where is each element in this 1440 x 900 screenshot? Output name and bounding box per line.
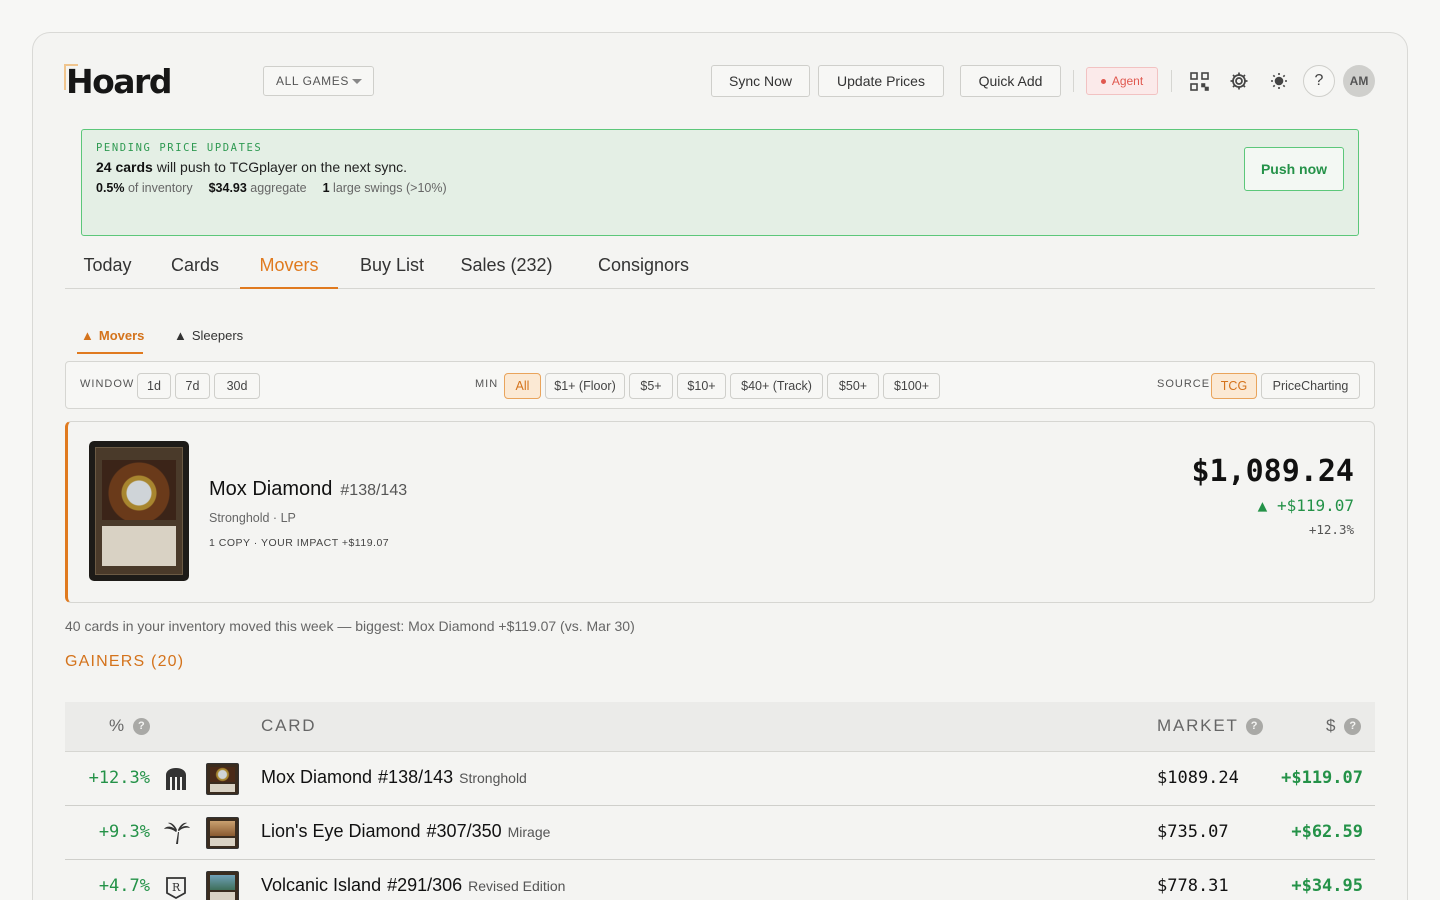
row-pct: +4.7% [98, 876, 150, 896]
row-market: $735.07 [1157, 822, 1229, 842]
subtab-underline [77, 352, 143, 354]
status-dot-icon [1100, 78, 1106, 84]
tab-today[interactable]: Today [65, 246, 150, 289]
row-gain: +$119.07 [1281, 768, 1363, 788]
quick-add-button[interactable]: Quick Add [960, 65, 1061, 97]
dollar-column-header[interactable]: $? [1326, 716, 1362, 736]
subtab-movers[interactable]: ▲ Movers [81, 320, 144, 350]
push-now-button[interactable]: Push now [1244, 147, 1344, 191]
help-icon[interactable]: ? [1245, 717, 1263, 735]
source-label: SOURCE [1157, 378, 1211, 390]
row-pct: +12.3% [88, 768, 150, 788]
row-card: Mox Diamond #138/143 Stronghold [261, 767, 527, 787]
table-row[interactable]: +9.3% Lion's Eye Diamond #307/350 Mirage $… [65, 806, 1375, 860]
banner-message: 24 cards will push to TCGplayer on the n… [96, 159, 408, 175]
row-card: Volcanic Island #291/306 Revised Edition [261, 875, 566, 895]
stronghold-set-icon [163, 766, 189, 792]
min-track-chip[interactable]: $40+ (Track) [730, 373, 823, 399]
tab-buy-list[interactable]: Buy List [348, 246, 436, 289]
gear-icon[interactable] [1224, 66, 1254, 96]
tab-movers[interactable]: Movers [240, 246, 338, 289]
window-label: WINDOW [80, 378, 135, 390]
min-label: MIN [475, 378, 499, 390]
revised-set-icon: R [163, 874, 189, 900]
help-icon[interactable]: ? [1344, 717, 1362, 735]
main-tabs: Today Cards Movers Buy List Sales (232) … [65, 246, 1375, 289]
agent-button[interactable]: Agent [1086, 67, 1158, 95]
help-icon[interactable]: ? [132, 717, 150, 735]
divider [1171, 70, 1172, 92]
row-card: Lion's Eye Diamond #307/350 Mirage [261, 821, 551, 841]
window-7d-chip[interactable]: 7d [175, 373, 210, 399]
hero-card-name: Mox Diamond #138/143 [209, 478, 408, 500]
subtab-sleepers[interactable]: ▲ Sleepers [174, 320, 243, 350]
row-pct: +9.3% [98, 822, 150, 842]
pending-price-updates-banner: PENDING PRICE UPDATES 24 cards will push… [81, 129, 1359, 236]
card-thumbnail [206, 871, 239, 900]
gainers-heading: GAINERS (20) [65, 653, 185, 670]
source-pricecharting-chip[interactable]: PriceCharting [1261, 373, 1360, 399]
card-image [89, 441, 189, 581]
window-30d-chip[interactable]: 30d [214, 373, 260, 399]
card-thumbnail [206, 763, 239, 795]
market-column-header[interactable]: MARKET? [1157, 716, 1263, 736]
tab-sales[interactable]: Sales (232) [453, 246, 560, 289]
tab-cards[interactable]: Cards [158, 246, 232, 289]
hero-pct: +12.3% [1308, 522, 1354, 537]
movers-summary: 40 cards in your inventory moved this we… [65, 618, 635, 634]
row-gain: +$62.59 [1291, 822, 1363, 842]
min-all-chip[interactable]: All [504, 373, 541, 399]
filter-bar: WINDOW 1d 7d 30d MIN All $1+ (Floor) $5+… [65, 361, 1375, 409]
table-row[interactable]: +4.7% R Volcanic Island #291/306 Revised E… [65, 860, 1375, 900]
triangle-up-icon: ▲ [174, 327, 187, 343]
mirage-set-icon [163, 820, 190, 846]
min-floor-chip[interactable]: $1+ (Floor) [545, 373, 625, 399]
update-prices-button[interactable]: Update Prices [818, 65, 944, 97]
hero-delta: ▲ +$119.07 [1257, 496, 1354, 515]
qr-code-icon[interactable] [1184, 66, 1214, 96]
sync-now-button[interactable]: Sync Now [711, 65, 810, 97]
banner-stats: 0.5% of inventory $34.93 aggregate 1 lar… [96, 181, 447, 195]
table-header: %? CARD MARKET? $? [65, 702, 1375, 752]
hero-set-condition: Stronghold · LP [209, 511, 296, 525]
card-column-header[interactable]: CARD [261, 716, 316, 736]
card-thumbnail [206, 817, 239, 849]
min-5-chip[interactable]: $5+ [629, 373, 673, 399]
tab-consignors[interactable]: Consignors [586, 246, 701, 289]
top-mover-card[interactable]: Mox Diamond #138/143 Stronghold · LP 1 CO… [65, 421, 1375, 603]
avatar[interactable]: AM [1343, 65, 1375, 97]
sun-icon[interactable] [1264, 66, 1294, 96]
row-market: $1089.24 [1157, 768, 1239, 788]
window-1d-chip[interactable]: 1d [137, 373, 171, 399]
triangle-up-icon: ▲ [81, 327, 94, 343]
table-row[interactable]: +12.3% Mox Diamond #138/143 Stronghold $10… [65, 752, 1375, 806]
min-100-chip[interactable]: $100+ [883, 373, 940, 399]
banner-eyebrow: PENDING PRICE UPDATES [96, 142, 263, 154]
min-10-chip[interactable]: $10+ [677, 373, 726, 399]
hero-impact: 1 COPY · YOUR IMPACT +$119.07 [209, 537, 390, 549]
min-50-chip[interactable]: $50+ [827, 373, 879, 399]
svg-text:R: R [172, 881, 181, 894]
hero-price: $1,089.24 [1191, 454, 1354, 489]
help-button[interactable]: ? [1303, 65, 1335, 97]
source-tcg-chip[interactable]: TCG [1211, 373, 1257, 399]
app-logo[interactable]: Hoard [64, 62, 172, 101]
chevron-down-icon [352, 79, 362, 84]
row-market: $778.31 [1157, 876, 1229, 896]
row-gain: +$34.95 [1291, 876, 1363, 896]
games-select[interactable]: ALL GAMES [263, 66, 374, 96]
divider [1073, 70, 1074, 92]
pct-column-header[interactable]: %? [109, 716, 150, 736]
